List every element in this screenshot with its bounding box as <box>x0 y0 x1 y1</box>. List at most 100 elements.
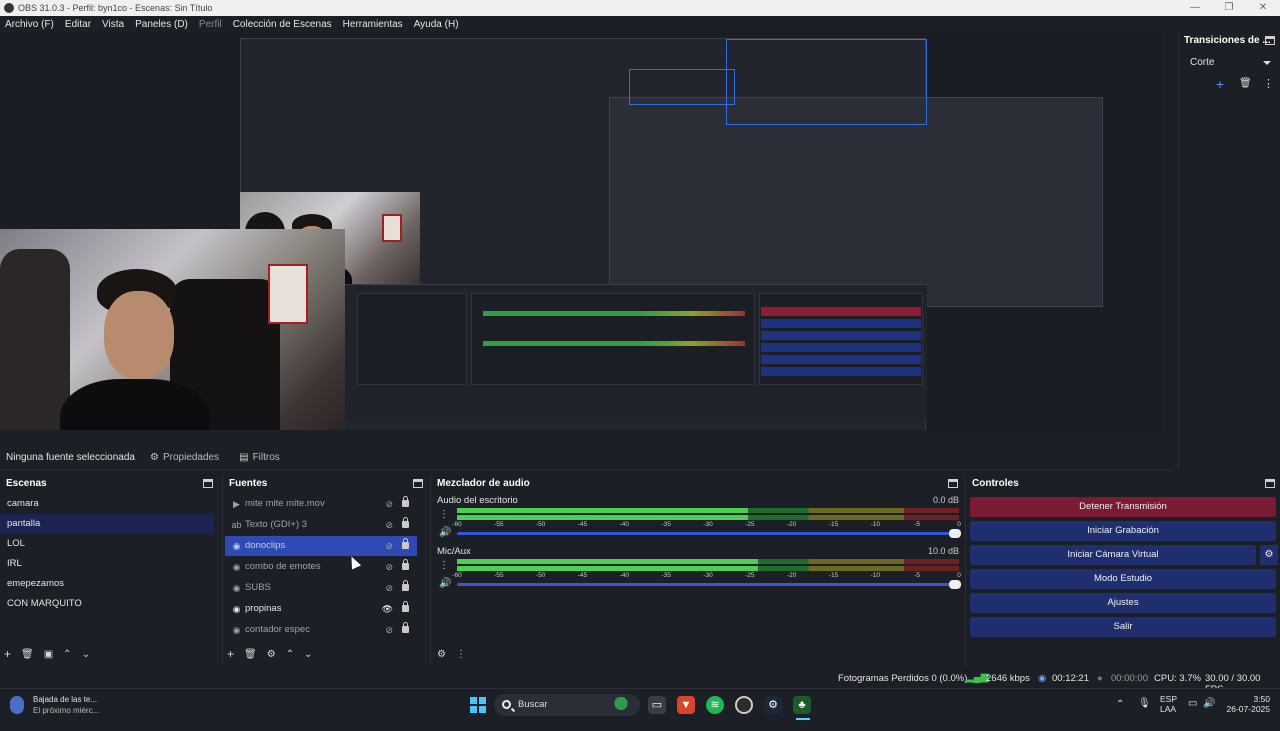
volume-slider-knob[interactable] <box>949 580 961 589</box>
hidden-eye-icon[interactable]: ⊘ <box>385 557 393 577</box>
mixer-settings-icon[interactable]: ⚙ <box>437 649 446 660</box>
menu-herramientas[interactable]: Herramientas <box>343 19 403 30</box>
source-item-selected[interactable]: ◉ donoclips ⊘ <box>225 536 417 556</box>
source-properties-icon[interactable]: ⚙ <box>267 649 276 660</box>
hidden-eye-icon[interactable]: ⊘ <box>385 620 393 640</box>
scene-item[interactable]: CON MARQUITO <box>0 594 214 614</box>
source-label: Texto (GDI+) 3 <box>245 519 308 530</box>
menu-vista[interactable]: Vista <box>102 19 124 30</box>
speaker-icon[interactable]: 🔊 <box>439 527 451 538</box>
speaker-icon[interactable]: 🔊 <box>439 578 451 589</box>
clock[interactable]: 3:50 26-07-2025 <box>1224 694 1270 726</box>
steam-icon[interactable]: ⚙ <box>764 696 782 714</box>
scene-item[interactable]: emepezamos <box>0 574 214 594</box>
more-options-icon[interactable]: ⋮ <box>1263 77 1274 90</box>
undock-icon[interactable] <box>1265 479 1275 488</box>
move-up-icon[interactable]: ⌃ <box>63 649 71 660</box>
virtual-camera-settings-icon[interactable]: ⚙ <box>1260 545 1278 565</box>
language-indicator[interactable]: ESP LAA <box>1160 694 1177 726</box>
undock-icon[interactable] <box>948 479 958 488</box>
scene-filters-icon[interactable]: ▣ <box>44 649 53 660</box>
source-item[interactable]: ▶ mite mite mite.mov ⊘ <box>225 494 417 514</box>
menu-editar[interactable]: Editar <box>65 19 91 30</box>
media-notification[interactable]: Bajada de las te... El próximo miérc... <box>8 693 118 717</box>
close-button[interactable]: ✕ <box>1246 0 1280 16</box>
move-up-icon[interactable]: ⌃ <box>286 649 294 660</box>
move-down-icon[interactable]: ⌄ <box>304 649 312 660</box>
undock-icon[interactable] <box>413 479 423 488</box>
studio-mode-button[interactable]: Modo Estudio <box>970 569 1276 589</box>
brave-icon[interactable]: ▼ <box>677 696 695 714</box>
task-view-icon[interactable]: ▭ <box>648 696 666 714</box>
lock-icon[interactable] <box>402 601 409 612</box>
settings-button[interactable]: Ajustes <box>970 593 1276 613</box>
network-icon[interactable]: ▭ <box>1188 698 1197 730</box>
transition-select[interactable]: Corte <box>1185 54 1277 71</box>
maximize-button[interactable]: ❐ <box>1212 0 1246 16</box>
volume-icon[interactable]: 🔊 <box>1203 698 1215 730</box>
source-label: mite mite mite.mov <box>245 498 325 509</box>
menu-ayuda[interactable]: Ayuda (H) <box>414 19 459 30</box>
channel-menu-icon[interactable]: ⋮ <box>439 560 449 571</box>
windows-start-icon[interactable] <box>470 697 486 713</box>
mixer-menu-icon[interactable]: ⋮ <box>456 649 466 660</box>
move-down-icon[interactable]: ⌄ <box>82 649 90 660</box>
hidden-eye-icon[interactable]: ⊘ <box>385 515 393 535</box>
scene-item-selected[interactable]: pantalla <box>0 514 214 534</box>
spotify-icon[interactable]: ≋ <box>706 696 724 714</box>
lang-bottom: LAA <box>1160 704 1177 714</box>
tray-chevron-icon[interactable]: ⌃ <box>1116 699 1124 731</box>
obs-app-icon[interactable] <box>735 696 753 714</box>
audio-meter-fill <box>457 559 759 564</box>
properties-button[interactable]: ⚙ Propiedades <box>140 446 229 470</box>
source-item[interactable]: ab Texto (GDI+) 3 ⊘ <box>225 515 417 535</box>
source-item[interactable]: ◉ SUBS ⊘ <box>225 578 417 598</box>
volume-slider[interactable] <box>457 580 961 589</box>
lock-icon[interactable] <box>402 559 409 570</box>
undock-icon[interactable] <box>203 479 213 488</box>
source-label: contador espec <box>245 624 310 635</box>
lock-icon[interactable] <box>402 622 409 633</box>
mixer-channel-mic: Mic/Aux 10.0 dB ⋮ -60 -55 -50 -45 -40 -35 -30-… <box>437 546 961 591</box>
source-item[interactable]: ◉ combo de emotes ⊘ <box>225 557 417 577</box>
lock-icon[interactable] <box>402 517 409 528</box>
hidden-eye-icon[interactable]: ⊘ <box>385 578 393 598</box>
search-highlight-icon <box>610 697 632 713</box>
notification-body: El próximo miérc... <box>33 706 100 715</box>
stop-streaming-button[interactable]: Detener Transmisión <box>970 497 1276 517</box>
taskbar-search[interactable]: Buscar <box>494 694 640 716</box>
filters-button[interactable]: ▤ Filtros <box>229 446 290 470</box>
menu-coleccion-escenas[interactable]: Colección de Escenas <box>233 19 332 30</box>
trash-icon[interactable]: 🗑 <box>21 649 34 660</box>
trash-icon[interactable]: 🗑 <box>1239 78 1252 89</box>
scene-item[interactable]: camara <box>0 494 214 514</box>
mic-tray-icon[interactable]: 🎙 <box>1138 698 1151 730</box>
volume-slider-knob[interactable] <box>949 529 961 538</box>
channel-menu-icon[interactable]: ⋮ <box>439 509 449 520</box>
source-item[interactable]: ◉ contador espec ⊘ <box>225 620 417 640</box>
lock-icon[interactable] <box>402 538 409 549</box>
source-item[interactable]: ◉ propinas 👁 <box>225 599 417 619</box>
menu-perfil[interactable]: Perfil <box>199 19 222 30</box>
streamlabs-icon[interactable]: ♣ <box>793 696 811 714</box>
preview-canvas[interactable] <box>0 32 1162 430</box>
eye-icon[interactable]: 👁 <box>382 599 393 619</box>
trash-icon[interactable]: 🗑 <box>244 649 257 660</box>
start-virtual-camera-button[interactable]: Iniciar Cámara Virtual <box>970 545 1256 565</box>
scene-item[interactable]: LOL <box>0 534 214 554</box>
volume-slider[interactable] <box>457 529 961 538</box>
scene-item[interactable]: IRL <box>0 554 214 574</box>
lock-icon[interactable] <box>402 580 409 591</box>
add-source-icon[interactable]: + <box>227 647 234 661</box>
minimize-button[interactable]: — <box>1178 0 1212 16</box>
add-transition-icon[interactable]: + <box>1216 76 1224 92</box>
lock-icon[interactable] <box>402 496 409 507</box>
menu-paneles[interactable]: Paneles (D) <box>135 19 188 30</box>
add-scene-icon[interactable]: + <box>4 647 11 661</box>
undock-icon[interactable] <box>1265 36 1275 45</box>
start-recording-button[interactable]: Iniciar Grabación <box>970 521 1276 541</box>
hidden-eye-icon[interactable]: ⊘ <box>385 494 393 514</box>
exit-button[interactable]: Salir <box>970 617 1276 637</box>
menu-archivo[interactable]: Archivo (F) <box>5 19 54 30</box>
hidden-eye-icon[interactable]: ⊘ <box>385 536 393 556</box>
